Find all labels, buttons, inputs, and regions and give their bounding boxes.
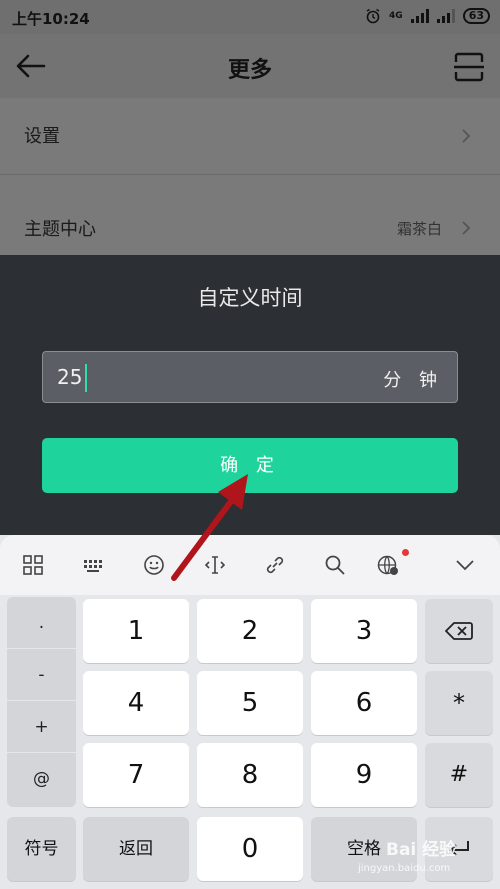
status-bar: 上午10:24 4G 63 bbox=[0, 0, 500, 34]
key-6[interactable]: 6 bbox=[311, 671, 417, 735]
symbols-key[interactable]: 符号 bbox=[7, 817, 76, 881]
key-9[interactable]: 9 bbox=[311, 743, 417, 807]
time-input-value: 25 bbox=[57, 365, 83, 389]
cursor-icon[interactable] bbox=[203, 553, 227, 577]
time-input-field[interactable]: 25 分 钟 bbox=[42, 351, 458, 403]
key-star[interactable]: * bbox=[425, 671, 493, 735]
notification-dot bbox=[402, 549, 409, 556]
globe-icon[interactable] bbox=[376, 553, 400, 577]
battery-indicator: 63 bbox=[462, 8, 490, 24]
status-icons: 4G 63 bbox=[365, 8, 490, 24]
confirm-button[interactable]: 确 定 bbox=[42, 438, 458, 493]
page-title: 更多 bbox=[227, 58, 272, 83]
settings-row-theme[interactable]: 主题中心 霜茶白 bbox=[0, 175, 500, 255]
backspace-icon bbox=[444, 622, 473, 640]
symbol-key-plus[interactable]: + bbox=[7, 701, 76, 753]
chevron-down-icon[interactable] bbox=[453, 553, 477, 577]
settings-row-label: 设置 bbox=[24, 126, 60, 147]
search-icon[interactable] bbox=[323, 553, 347, 577]
key-0[interactable]: 0 bbox=[197, 817, 303, 881]
time-unit-label: 分 钟 bbox=[383, 370, 443, 391]
key-8[interactable]: 8 bbox=[197, 743, 303, 807]
status-time: 上午10:24 bbox=[12, 10, 90, 28]
key-5[interactable]: 5 bbox=[197, 671, 303, 735]
grid-icon[interactable] bbox=[21, 553, 45, 577]
signal-icon-2 bbox=[436, 9, 455, 23]
symbol-key-at[interactable]: @ bbox=[7, 753, 76, 805]
key-1[interactable]: 1 bbox=[83, 599, 189, 663]
keyboard-toolbar bbox=[0, 535, 500, 595]
key-2[interactable]: 2 bbox=[197, 599, 303, 663]
scan-icon[interactable] bbox=[452, 50, 486, 84]
chevron-right-icon bbox=[462, 129, 471, 143]
keyboard-icon[interactable] bbox=[82, 553, 106, 577]
emoji-icon[interactable] bbox=[142, 553, 166, 577]
symbol-key-dot[interactable]: . bbox=[7, 597, 76, 649]
symbol-column: . - + @ bbox=[7, 597, 76, 807]
backspace-key[interactable] bbox=[425, 599, 493, 663]
custom-time-dialog: 自定义时间 25 分 钟 确 定 bbox=[0, 255, 500, 535]
network-label: 4G bbox=[389, 11, 403, 21]
settings-row-settings[interactable]: 设置 bbox=[0, 98, 500, 174]
alarm-icon bbox=[366, 8, 380, 24]
key-hash[interactable]: # bbox=[425, 743, 493, 807]
signal-icon bbox=[410, 9, 429, 23]
app-header: 更多 bbox=[0, 34, 500, 98]
key-7[interactable]: 7 bbox=[83, 743, 189, 807]
return-key[interactable]: 返回 bbox=[83, 817, 189, 881]
dialog-title: 自定义时间 bbox=[197, 286, 303, 310]
text-caret bbox=[85, 364, 87, 392]
watermark-text: Bai 经验 bbox=[386, 840, 457, 860]
settings-row-label: 主题中心 bbox=[24, 219, 96, 240]
watermark-sub: jingyan.baidu.com bbox=[358, 863, 451, 874]
key-4[interactable]: 4 bbox=[83, 671, 189, 735]
theme-value: 霜茶白 bbox=[396, 220, 442, 238]
key-3[interactable]: 3 bbox=[311, 599, 417, 663]
link-icon[interactable] bbox=[263, 553, 287, 577]
symbol-key-minus[interactable]: - bbox=[7, 649, 76, 701]
chevron-right-icon bbox=[462, 221, 471, 235]
watermark: Bai 经验 jingyan.baidu.com bbox=[358, 835, 478, 875]
